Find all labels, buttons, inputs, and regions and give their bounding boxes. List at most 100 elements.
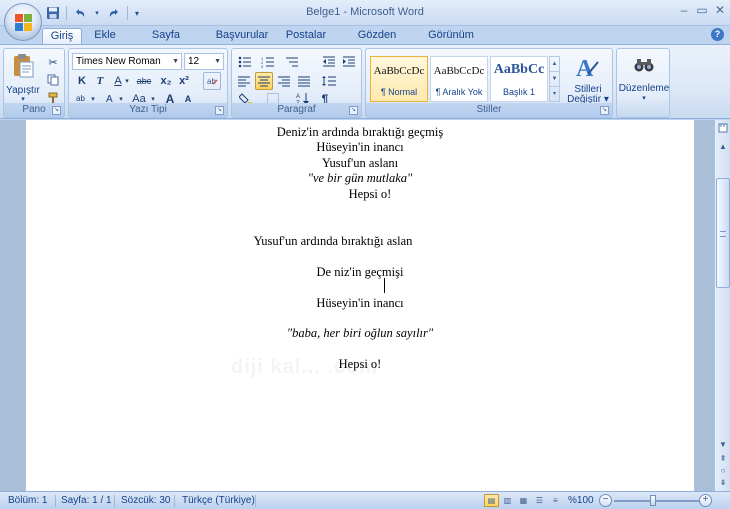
change-styles-icon[interactable]: A xyxy=(572,53,602,81)
ribbon-tabs: Giriş Ekle Sayfa Düzeni Başvurular Posta… xyxy=(0,26,730,56)
scroll-down-icon[interactable]: ▼ xyxy=(716,438,730,452)
tab-postalar[interactable]: Postalar xyxy=(284,28,328,45)
zoom-out-icon[interactable]: − xyxy=(599,494,612,507)
style-sample-heading-1: AaBbCc xyxy=(493,62,545,77)
style-sample-no-spacing: AaBbCcDc xyxy=(433,65,485,77)
style-no-spacing[interactable]: AaBbCcDc ¶ Aralık Yok xyxy=(430,56,488,102)
doc-line: Yusuf'un ardında bıraktığı aslan xyxy=(253,234,413,248)
clipboard-dialog-launcher[interactable]: ↘ xyxy=(52,106,61,115)
doc-line: "baba, her biri oğlun sayılır" xyxy=(286,326,434,340)
line-spacing-icon[interactable] xyxy=(318,72,340,90)
web-layout-icon[interactable]: ▦ xyxy=(516,494,531,507)
styles-more-icon[interactable]: ▾ xyxy=(550,87,559,102)
align-center-icon[interactable] xyxy=(255,72,273,90)
font-name-dropdown-icon[interactable]: ▼ xyxy=(172,54,179,69)
tab-ekle[interactable]: Ekle xyxy=(90,28,120,45)
print-layout-view-icon[interactable]: ▤ xyxy=(484,494,499,507)
office-button[interactable] xyxy=(4,3,42,41)
group-label-styles: Stiller xyxy=(366,103,612,117)
ribbon: Yapıştır ▾ ✂ Pano ↘ Times New Roman ▼ 12… xyxy=(0,44,730,119)
bold-button[interactable]: K xyxy=(73,72,91,90)
status-separator xyxy=(55,495,56,507)
clear-formatting-icon[interactable]: ab xyxy=(203,72,221,90)
scroll-thumb[interactable] xyxy=(716,178,730,288)
binoculars-icon[interactable] xyxy=(632,54,656,76)
style-sample-normal: AaBbCcDc xyxy=(373,65,425,77)
help-icon[interactable]: ? xyxy=(711,28,724,41)
minimize-button[interactable]: – xyxy=(678,3,690,17)
superscript-button[interactable]: x² xyxy=(175,72,193,90)
font-size-dropdown-icon[interactable]: ▼ xyxy=(214,54,221,69)
svg-text:A: A xyxy=(296,94,300,100)
bullets-icon[interactable] xyxy=(235,53,255,71)
tab-gorunum[interactable]: Görünüm xyxy=(426,28,476,45)
underline-dropdown-icon[interactable]: ▾ xyxy=(123,72,131,90)
outline-view-icon[interactable]: ☰ xyxy=(532,494,547,507)
justify-icon[interactable] xyxy=(295,72,313,90)
svg-text:ab: ab xyxy=(76,94,85,103)
font-size-combo[interactable]: 12 ▼ xyxy=(184,53,224,70)
tab-sayfa-duzeni[interactable]: Sayfa Düzeni xyxy=(134,28,198,56)
status-word-count[interactable]: Sözcük: 30 xyxy=(121,495,170,506)
increase-indent-icon[interactable] xyxy=(340,53,358,71)
doc-line: "ve bir gün mutlaka" xyxy=(307,171,413,185)
style-name-heading-1: Başlık 1 xyxy=(502,87,535,97)
office-logo-icon xyxy=(15,14,33,32)
subscript-button[interactable]: x₂ xyxy=(157,72,175,90)
zoom-slider-track[interactable] xyxy=(614,500,700,502)
zoom-slider-thumb[interactable] xyxy=(650,495,656,506)
document-page[interactable]: Deniz'in ardında bıraktığı geçmiş Hüseyi… xyxy=(26,120,694,491)
zoom-in-icon[interactable]: + xyxy=(699,494,712,507)
paste-icon[interactable] xyxy=(10,52,36,80)
italic-button[interactable]: T xyxy=(91,72,109,90)
next-page-icon[interactable]: ⇟ xyxy=(716,476,730,490)
align-right-icon[interactable] xyxy=(275,72,293,90)
draft-view-icon[interactable]: ≡ xyxy=(548,494,563,507)
doc-line: Hepsi o! xyxy=(348,187,392,201)
paragraph-dialog-launcher[interactable]: ↘ xyxy=(349,106,358,115)
title-bar: ▾ ▾ Belge1 - Microsoft Word – ▭ ✕ xyxy=(0,0,730,26)
decrease-indent-icon[interactable] xyxy=(320,53,338,71)
editing-button-label[interactable]: Düzenleme xyxy=(617,83,671,94)
editing-dropdown-icon[interactable]: ▾ xyxy=(617,94,671,102)
strikethrough-button[interactable]: abc xyxy=(133,72,155,90)
tab-giris[interactable]: Giriş xyxy=(42,28,82,45)
status-page[interactable]: Sayfa: 1 / 1 xyxy=(61,495,112,506)
full-screen-reading-icon[interactable]: ▥ xyxy=(500,494,515,507)
close-button[interactable]: ✕ xyxy=(714,3,726,17)
font-size-value: 12 xyxy=(188,56,200,67)
styles-dialog-launcher[interactable]: ↘ xyxy=(600,106,609,115)
vertical-scrollbar[interactable]: ▲ ▼ ⇞ ○ ⇟ xyxy=(714,120,730,491)
font-dialog-launcher[interactable]: ↘ xyxy=(215,106,224,115)
styles-gallery-scroll[interactable]: ▲ ▼ ▾ xyxy=(549,56,560,102)
copy-icon[interactable] xyxy=(44,71,62,89)
doc-line: Deniz'in ardında bıraktığı geçmiş xyxy=(276,125,444,139)
group-clipboard: Yapıştır ▾ ✂ Pano ↘ xyxy=(3,48,65,118)
maximize-button[interactable]: ▭ xyxy=(696,3,708,17)
doc-line: Hüseyin'in inancı xyxy=(316,296,404,310)
status-section[interactable]: Bölüm: 1 xyxy=(8,495,47,506)
numbering-icon[interactable]: 123 xyxy=(258,53,278,71)
tab-basvurular[interactable]: Başvurular xyxy=(214,28,270,45)
align-left-icon[interactable] xyxy=(235,72,253,90)
status-language[interactable]: Türkçe (Türkiye) xyxy=(182,495,255,506)
style-heading-1[interactable]: AaBbCc Başlık 1 xyxy=(490,56,548,102)
group-label-font: Yazı Tipi xyxy=(69,103,227,117)
paste-dropdown-icon[interactable]: ▾ xyxy=(6,95,40,103)
doc-line: De niz'in geçmişi xyxy=(316,265,404,279)
group-editing: Düzenleme ▾ xyxy=(616,48,670,118)
style-name-normal: ¶ Normal xyxy=(380,87,418,97)
styles-scroll-down-icon[interactable]: ▼ xyxy=(550,72,559,87)
zoom-level[interactable]: %100 xyxy=(568,495,594,506)
style-normal[interactable]: AaBbCcDc ¶ Normal xyxy=(370,56,428,102)
tab-gozden-gecir[interactable]: Gözden Geçir xyxy=(344,28,410,56)
multilevel-list-icon[interactable] xyxy=(281,53,303,71)
scroll-up-icon[interactable]: ▲ xyxy=(716,140,730,154)
group-font: Times New Roman ▼ 12 ▼ K T A ▾ abc x₂ x²… xyxy=(68,48,228,118)
cut-icon[interactable]: ✂ xyxy=(44,53,62,71)
font-name-combo[interactable]: Times New Roman ▼ xyxy=(72,53,182,70)
doc-line: Hepsi o! xyxy=(338,357,382,371)
ruler-toggle-icon[interactable] xyxy=(716,123,730,137)
styles-scroll-up-icon[interactable]: ▲ xyxy=(550,57,559,72)
font-name-value: Times New Roman xyxy=(76,56,161,67)
